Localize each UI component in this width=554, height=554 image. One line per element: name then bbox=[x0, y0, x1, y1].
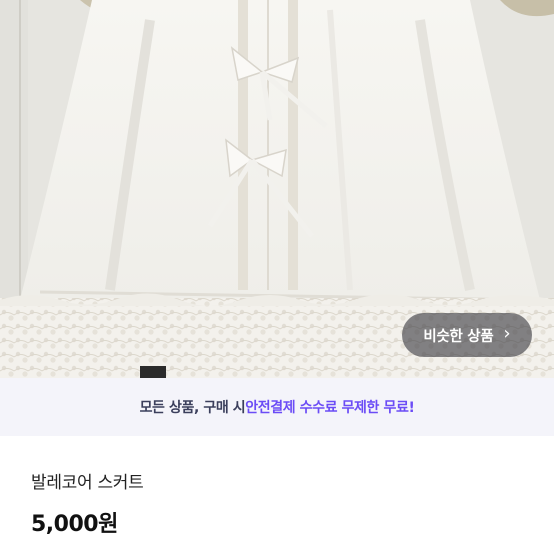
similar-products-label: 비슷한 상품 bbox=[423, 328, 494, 345]
chevron-right-icon: › bbox=[503, 323, 511, 344]
product-image[interactable]: 비슷한 상품 › bbox=[0, 0, 554, 378]
banner-highlight: 안전결제 수수료 무제한 무료! bbox=[245, 400, 415, 416]
product-price: 5,000원 bbox=[31, 512, 118, 537]
product-page: 비슷한 상품 › 모든 상품, 구매 시 안전결제 수수료 무제한 무료! 발레… bbox=[0, 0, 554, 554]
banner-prefix: 모든 상품, 구매 시 bbox=[139, 400, 246, 416]
similar-products-button[interactable]: 비슷한 상품 › bbox=[402, 313, 532, 357]
safe-payment-banner[interactable]: 모든 상품, 구매 시 안전결제 수수료 무제한 무료! bbox=[0, 378, 554, 436]
product-title: 발레코어 스커트 bbox=[31, 473, 144, 493]
